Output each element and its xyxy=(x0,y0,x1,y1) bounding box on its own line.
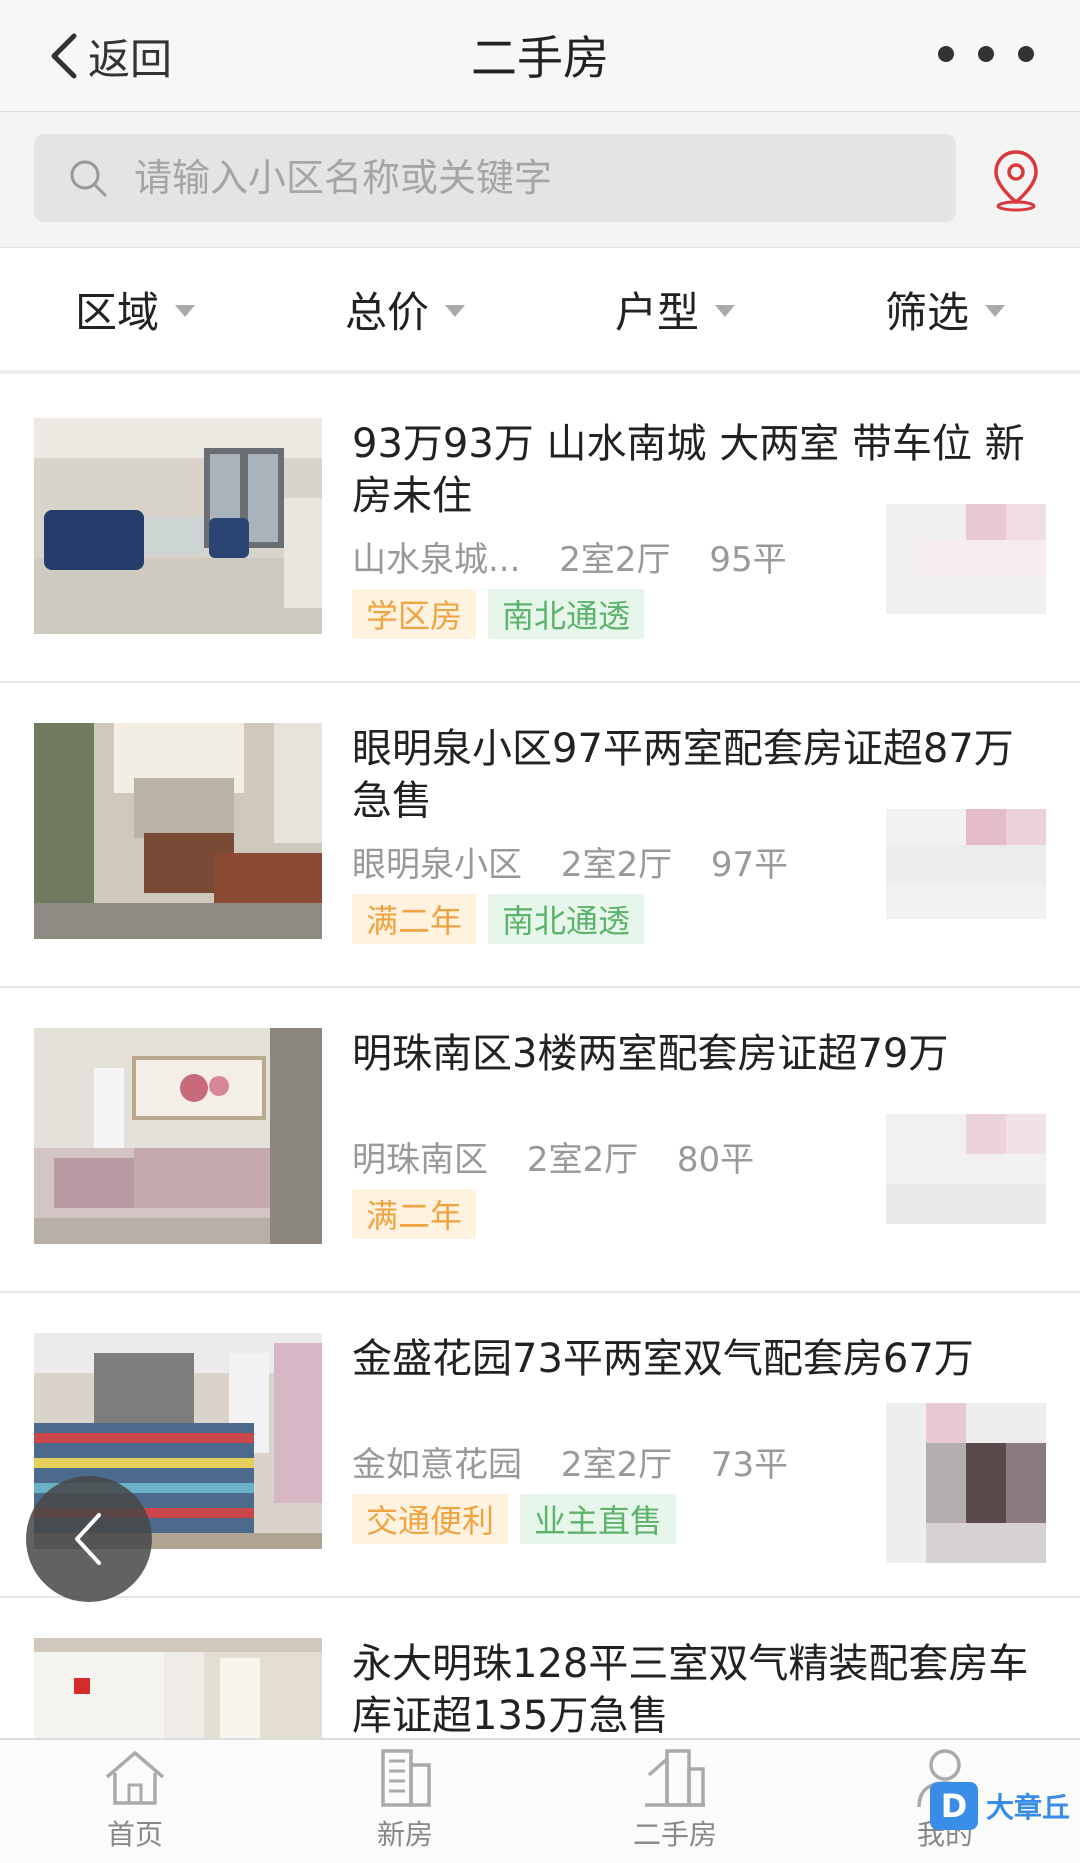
house-icon xyxy=(645,1749,705,1807)
tab-label: 二手房 xyxy=(632,1818,717,1851)
listing-community: 眼明泉小区 xyxy=(352,845,522,885)
listing-tag: 学区房 xyxy=(352,589,477,639)
listing-info: 永大明珠128平三室双气精装配套房车库证超135万急售 xyxy=(352,1638,1032,1742)
building-icon xyxy=(381,1749,431,1807)
tab-second-hand[interactable]: 二手房 xyxy=(540,1740,810,1863)
listing-photo xyxy=(34,418,322,634)
search-input[interactable] xyxy=(134,156,894,200)
float-back-button[interactable] xyxy=(26,1476,152,1602)
tab-new-house[interactable]: 新房 xyxy=(270,1740,540,1863)
listing-item[interactable]: 眼明泉小区97平两室配套房证超87万急售 眼明泉小区 2室2厅 97平 满二年 … xyxy=(0,683,1080,988)
filter-layout[interactable]: 户型 xyxy=(540,248,810,370)
listing-title: 明珠南区3楼两室配套房证超79万 xyxy=(352,1031,949,1077)
listing-area: 97平 xyxy=(710,845,789,885)
more-dot-icon xyxy=(978,46,994,62)
listing-tag: 交通便利 xyxy=(352,1494,509,1544)
more-dot-icon xyxy=(1018,46,1034,62)
bottom-tab-bar: 首页 新房 二手房 我的 xyxy=(0,1738,1080,1863)
listing-tag: 满二年 xyxy=(352,1189,477,1239)
listing-area: 80平 xyxy=(676,1140,755,1180)
filter-label: 区域 xyxy=(74,287,159,337)
listing-tag: 南北通透 xyxy=(488,894,645,944)
listing-area: 73平 xyxy=(710,1445,789,1485)
listing-title: 永大明珠128平三室双气精装配套房车库证超135万急售 xyxy=(352,1641,1029,1739)
search-box[interactable] xyxy=(34,134,956,222)
listing-photo xyxy=(34,723,322,939)
dropdown-arrow-icon xyxy=(445,305,465,317)
filter-total-price[interactable]: 总价 xyxy=(270,248,540,370)
listing-list: 93万93万 山水南城 大两室 带车位 新房未住 山水泉城... 2室2厅 95… xyxy=(0,378,1080,1863)
filter-label: 筛选 xyxy=(884,287,969,337)
dropdown-arrow-icon xyxy=(175,305,195,317)
listing-community: 明珠南区 xyxy=(352,1140,488,1180)
more-options-button[interactable] xyxy=(938,34,1034,74)
tab-label: 首页 xyxy=(106,1818,163,1851)
listing-item[interactable]: 金盛花园73平两室双气配套房67万 金如意花园 2室2厅 73平 交通便利 业主… xyxy=(0,1293,1080,1598)
dropdown-arrow-icon xyxy=(985,305,1005,317)
price-blurred xyxy=(886,504,1046,614)
filter-more[interactable]: 筛选 xyxy=(810,248,1080,370)
listing-community: 山水泉城... xyxy=(352,540,521,580)
price-blurred xyxy=(886,1403,1046,1563)
more-dot-icon xyxy=(938,46,954,62)
watermark-logo: D xyxy=(929,1782,978,1830)
listing-layout: 2室2厅 xyxy=(559,540,671,580)
price-blurred xyxy=(886,1114,1046,1224)
filter-label: 户型 xyxy=(614,287,699,337)
search-icon xyxy=(70,160,107,197)
listing-layout: 2室2厅 xyxy=(526,1140,639,1180)
listing-layout: 2室2厅 xyxy=(560,845,673,885)
tab-home[interactable]: 首页 xyxy=(0,1740,270,1863)
listing-area: 95平 xyxy=(709,540,787,580)
listing-item[interactable]: 93万93万 山水南城 大两室 带车位 新房未住 山水泉城... 2室2厅 95… xyxy=(0,378,1080,683)
listing-tag: 南北通透 xyxy=(488,589,645,639)
listing-tag: 业主直售 xyxy=(520,1494,677,1544)
listing-photo xyxy=(34,1028,322,1244)
search-bar xyxy=(0,112,1080,248)
price-blurred xyxy=(886,809,1046,919)
home-icon xyxy=(105,1751,165,1805)
filter-label: 总价 xyxy=(344,287,429,337)
chevron-left-icon xyxy=(75,1513,101,1565)
filter-bar: 区域 总价 户型 筛选 xyxy=(0,248,1080,374)
dropdown-arrow-icon xyxy=(715,305,735,317)
location-pin-icon[interactable] xyxy=(990,148,1042,212)
watermark-text: 大章丘 xyxy=(985,1791,1070,1824)
listing-tag: 满二年 xyxy=(352,894,477,944)
top-navbar: 返回 二手房 xyxy=(0,0,1080,112)
watermark: D 大章丘 xyxy=(929,1782,1070,1830)
listing-layout: 2室2厅 xyxy=(560,1445,673,1485)
page-title: 二手房 xyxy=(471,31,609,85)
tab-label: 新房 xyxy=(376,1818,433,1851)
listing-item[interactable]: 明珠南区3楼两室配套房证超79万 明珠南区 2室2厅 80平 满二年 xyxy=(0,988,1080,1293)
filter-region[interactable]: 区域 xyxy=(0,248,270,370)
listing-title: 金盛花园73平两室双气配套房67万 xyxy=(352,1336,974,1382)
listing-community: 金如意花园 xyxy=(352,1445,522,1485)
